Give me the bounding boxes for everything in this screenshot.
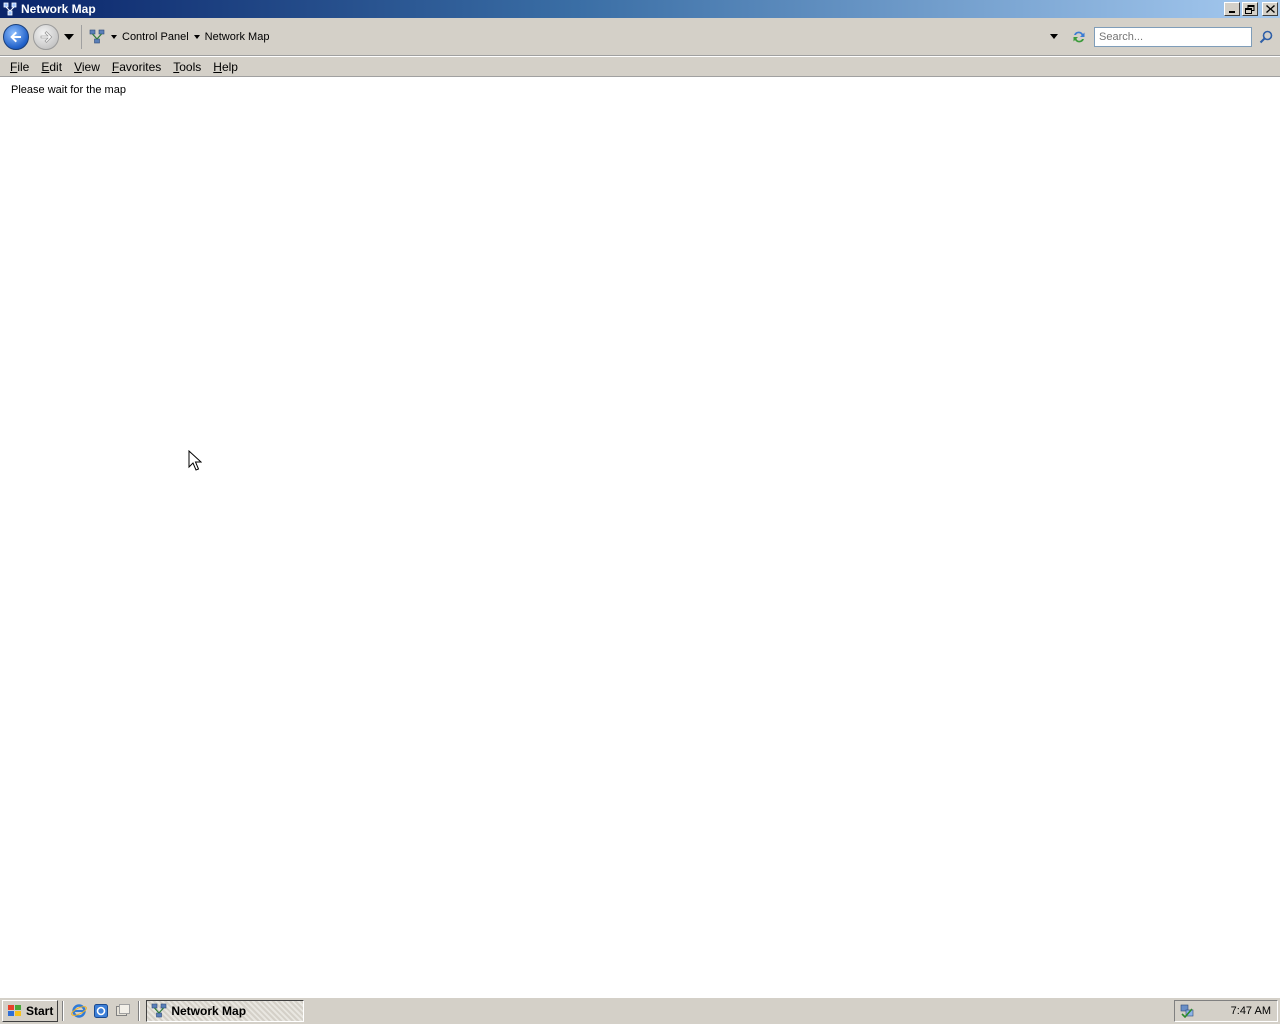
- menu-favorites[interactable]: Favorites: [106, 58, 167, 76]
- forward-arrow-icon: [40, 30, 53, 43]
- taskbar-divider: [62, 1001, 65, 1021]
- content-area: Please wait for the map: [0, 78, 1280, 996]
- mouse-cursor-icon: [188, 450, 202, 471]
- taskbar-window-button[interactable]: Network Map: [146, 1000, 305, 1022]
- menu-bar: File Edit View Favorites Tools Help: [0, 57, 1280, 77]
- address-toolbar: Control Panel Network Map: [0, 18, 1280, 56]
- network-icon: [88, 28, 106, 46]
- search-icon: [1259, 30, 1273, 43]
- menu-help[interactable]: Help: [207, 58, 244, 76]
- clock[interactable]: 7:47 AM: [1231, 1005, 1271, 1017]
- breadcrumb-control-panel[interactable]: Control Panel: [122, 31, 189, 43]
- forward-button[interactable]: [33, 23, 59, 50]
- show-desktop-icon[interactable]: [114, 1002, 132, 1020]
- system-tray: 7:47 AM: [1174, 1000, 1278, 1022]
- refresh-icon: [1073, 31, 1085, 42]
- network-map-icon: [152, 1003, 167, 1018]
- chevron-down-icon: [64, 33, 74, 40]
- breadcrumb-arrow-icon[interactable]: [193, 33, 201, 41]
- address-right-controls: [1048, 26, 1280, 47]
- back-arrow-icon: [10, 31, 21, 42]
- start-button[interactable]: Start: [2, 1000, 59, 1022]
- window-title: Network Map: [21, 2, 96, 16]
- close-button[interactable]: [1262, 2, 1278, 16]
- refresh-button[interactable]: [1070, 28, 1088, 46]
- restore-button[interactable]: [1242, 2, 1258, 16]
- breadcrumb-network-map[interactable]: Network Map: [205, 31, 270, 43]
- start-label: Start: [26, 1004, 54, 1018]
- toolbar-divider: [81, 24, 82, 49]
- taskbar-window-label: Network Map: [171, 1004, 247, 1018]
- breadcrumb-arrow-icon[interactable]: [110, 33, 118, 41]
- loading-message: Please wait for the map: [11, 84, 126, 96]
- window-titlebar[interactable]: Network Map: [0, 0, 1280, 18]
- search-input[interactable]: [1094, 26, 1252, 47]
- network-status-icon[interactable]: [1179, 1003, 1195, 1019]
- internet-explorer-icon[interactable]: [70, 1002, 88, 1020]
- window-controls: [1224, 2, 1278, 16]
- taskbar-divider: [138, 1001, 141, 1021]
- network-map-icon: [2, 1, 18, 17]
- recent-pages-dropdown[interactable]: [63, 31, 75, 43]
- minimize-button[interactable]: [1224, 2, 1240, 16]
- menu-edit[interactable]: Edit: [35, 58, 68, 76]
- windows-logo-icon: [8, 1005, 21, 1016]
- browser-icon[interactable]: [92, 1002, 110, 1020]
- address-history-dropdown[interactable]: [1048, 31, 1060, 43]
- menu-tools[interactable]: Tools: [167, 58, 207, 76]
- chevron-down-icon: [1050, 34, 1058, 39]
- breadcrumb[interactable]: Control Panel Network Map: [88, 24, 1048, 50]
- taskbar: Start Network Map 7:47 AM: [0, 997, 1280, 1024]
- menu-file[interactable]: File: [4, 58, 35, 76]
- back-button[interactable]: [3, 23, 29, 50]
- menu-view[interactable]: View: [68, 58, 106, 76]
- search-button[interactable]: [1256, 27, 1276, 47]
